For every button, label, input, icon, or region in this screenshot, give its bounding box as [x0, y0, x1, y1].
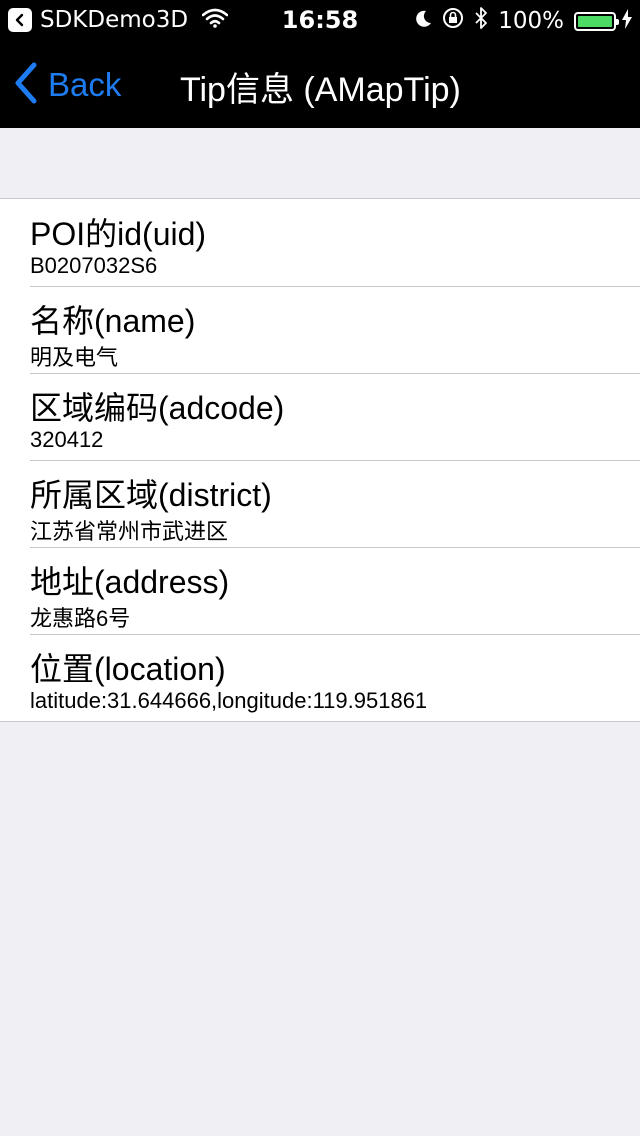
- list-item-title: 区域编码(adcode): [30, 390, 285, 426]
- battery-nub: [616, 18, 619, 25]
- page-title: Tip信息 (AMapTip): [180, 71, 461, 109]
- charging-bolt-icon: [622, 7, 632, 35]
- moon-icon: [414, 7, 432, 35]
- bluetooth-icon: [474, 6, 488, 36]
- list-item-title: 地址(address): [30, 564, 230, 600]
- back-button[interactable]: Back: [14, 62, 121, 108]
- list-item-title: 所属区域(district): [30, 477, 272, 513]
- list-item-location[interactable]: 位置(location) latitude:31.644666,longitud…: [0, 634, 640, 721]
- list-item-name[interactable]: 名称(name) 明及电气: [0, 286, 640, 373]
- list-item-value: 龙惠路6号: [30, 606, 131, 631]
- list-item-value: 320412: [30, 427, 104, 452]
- list-item-value: 江苏省常州市武进区: [30, 519, 229, 544]
- status-right: 100%: [404, 6, 632, 36]
- battery-percent: 100%: [498, 8, 564, 34]
- battery-icon: [574, 11, 619, 31]
- list-item-district[interactable]: 所属区域(district) 江苏省常州市武进区: [0, 460, 640, 547]
- list-item-value: latitude:31.644666,longitude:119.951861: [30, 688, 428, 713]
- navigation-bar: Back Tip信息 (AMapTip): [0, 40, 640, 128]
- list-item-title: 位置(location): [30, 651, 226, 687]
- status-bar: SDKDemo3D 16:58 100%: [0, 0, 640, 40]
- battery-fill: [578, 15, 612, 27]
- tip-info-list: POI的id(uid) B0207032S6 名称(name) 明及电气 区域编…: [0, 198, 640, 722]
- list-item-value: 明及电气: [30, 345, 119, 370]
- rotation-lock-icon: [442, 7, 464, 35]
- back-label[interactable]: Back: [48, 66, 121, 104]
- list-item-uid[interactable]: POI的id(uid) B0207032S6: [0, 199, 640, 286]
- list-item-title: 名称(name): [30, 303, 196, 339]
- list-item-title: POI的id(uid): [30, 216, 207, 252]
- list-item-adcode[interactable]: 区域编码(adcode) 320412: [0, 373, 640, 460]
- list-item-value: B0207032S6: [30, 253, 158, 278]
- list-item-address[interactable]: 地址(address) 龙惠路6号: [0, 547, 640, 634]
- chevron-left-icon: [14, 62, 38, 108]
